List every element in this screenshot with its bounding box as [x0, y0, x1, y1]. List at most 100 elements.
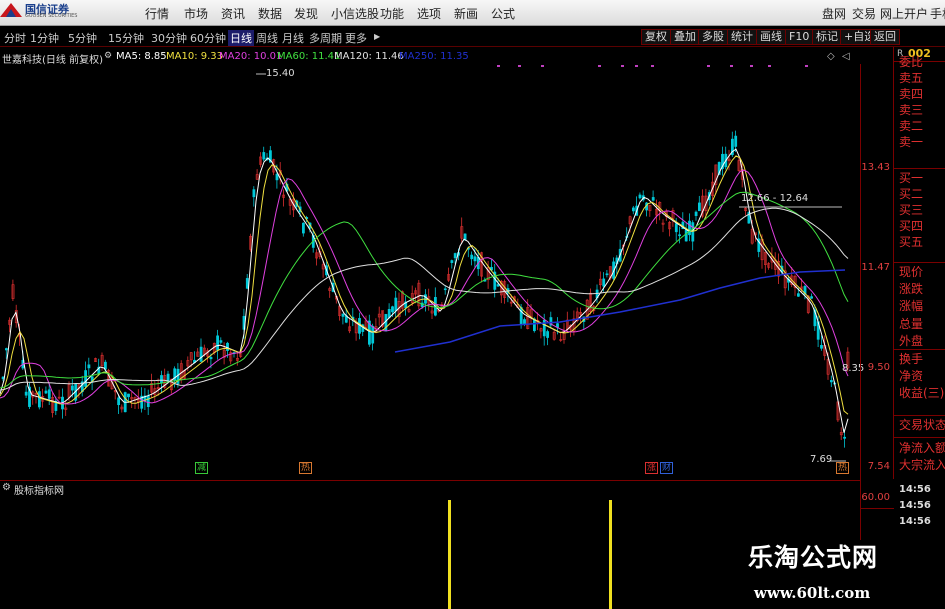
signal-mark[interactable]: 减 [195, 462, 209, 474]
indicator-gear-icon[interactable]: ⚙ [2, 482, 11, 493]
order-book-label: 卖四 [899, 87, 924, 101]
candle-body [199, 346, 203, 362]
indicator-tick: 60.00 [861, 492, 890, 503]
menu-new-screen[interactable]: 新画 [454, 5, 478, 22]
event-dot [707, 65, 710, 67]
indicator-chart[interactable] [0, 494, 860, 609]
tab-intraday[interactable]: 分时 [4, 30, 26, 46]
logo-subtext: GUOSEN SECURITIES [25, 13, 78, 19]
tab-1min[interactable]: 1分钟 [30, 30, 59, 46]
stat-label: 涨幅 [899, 299, 924, 313]
candle-body [387, 309, 391, 318]
candle-body [651, 197, 655, 201]
candle-body [829, 380, 833, 383]
ma-line [0, 148, 849, 433]
candle-body [44, 390, 48, 394]
event-dot [635, 65, 638, 67]
candle-body [453, 253, 457, 259]
mark-button[interactable]: 标记 [812, 29, 842, 45]
low-price-label: 7.69 [810, 454, 833, 465]
overlay-button[interactable]: 叠加 [670, 29, 700, 45]
order-book-label: 买二 [899, 187, 924, 201]
event-dot [541, 65, 544, 67]
ma250-value: MA250: 11.35 [399, 51, 469, 62]
candle-body [245, 278, 249, 289]
menu-formula[interactable]: 公式 [491, 5, 515, 22]
multi-stock-button[interactable]: 多股 [698, 29, 728, 45]
candle-body [638, 194, 642, 199]
tab-more[interactable]: 更多 [345, 30, 367, 46]
signal-mark[interactable]: 涨 [645, 462, 659, 474]
menu-functions[interactable]: 功能 [380, 5, 404, 22]
signal-bar [448, 500, 451, 609]
tab-5min[interactable]: 5分钟 [68, 30, 97, 46]
candle-body [688, 220, 691, 236]
menu-trade[interactable]: 交易 [852, 5, 876, 22]
signal-mark[interactable]: 热 [836, 462, 850, 474]
ma-lines [0, 148, 849, 433]
candle-body [71, 385, 74, 391]
period-toolbar: 分时 1分钟 5分钟 15分钟 30分钟 60分钟 日线 周线 月线 多周期 更… [0, 27, 945, 47]
signal-mark[interactable]: 财 [660, 462, 674, 474]
candle-body [275, 173, 279, 181]
trade-info-label: 交易状态 [899, 418, 945, 432]
candle-body [252, 189, 256, 198]
candle-body [84, 370, 88, 387]
ma60-value: MA60: 11.41 [277, 51, 341, 62]
event-dot [518, 65, 521, 67]
tab-30min[interactable]: 30分钟 [151, 30, 187, 46]
menu-data[interactable]: 数据 [258, 5, 282, 22]
tab-multi-period[interactable]: 多周期 [309, 30, 342, 46]
candle-body [470, 254, 474, 260]
ma-line [0, 191, 849, 389]
signal-mark[interactable]: 热 [299, 462, 313, 474]
settings-gear-icon[interactable]: ⚙ [104, 51, 112, 61]
candle-body [262, 152, 266, 160]
watermark-title: 乐淘公式网 [748, 543, 879, 572]
tab-15min[interactable]: 15分钟 [108, 30, 144, 46]
adjust-button[interactable]: 复权 [641, 29, 671, 45]
candle-body [219, 340, 223, 343]
menu-discover[interactable]: 发现 [294, 5, 318, 22]
draw-line-button[interactable]: 画线 [756, 29, 786, 45]
candlestick-chart[interactable] [0, 64, 860, 479]
more-arrow-icon[interactable]: ▶ [374, 32, 380, 41]
watermark-url: www.60lt.com [754, 584, 871, 602]
candle-body [391, 306, 394, 313]
tab-daily[interactable]: 日线 [228, 30, 254, 46]
candle-body [843, 436, 847, 439]
app-logo: 国信证券 GUOSEN SECURITIES [0, 0, 86, 20]
candle-body [226, 342, 229, 351]
menu-open-account[interactable]: 网上开户 [880, 5, 928, 22]
candle-body [209, 357, 213, 360]
tab-60min[interactable]: 60分钟 [190, 30, 226, 46]
time-entry: 14:56 [899, 484, 931, 495]
candle-body [605, 273, 609, 276]
collapse-icon[interactable]: ◁ [842, 51, 850, 62]
signal-bar [609, 500, 612, 609]
menu-news[interactable]: 资讯 [221, 5, 245, 22]
stat-label: 外盘 [899, 334, 924, 348]
menu-market[interactable]: 市场 [184, 5, 208, 22]
diamond-icon[interactable]: ◇ [827, 51, 835, 62]
candle-body [463, 233, 467, 240]
tab-weekly[interactable]: 周线 [256, 30, 278, 46]
candle-body [796, 293, 800, 297]
back-button[interactable]: 返回 [870, 29, 900, 45]
tab-monthly[interactable]: 月线 [282, 30, 304, 46]
indicator-title-bar: ⚙ 股标指标网 [0, 480, 860, 497]
order-book-label: 买五 [899, 235, 924, 249]
stats-button[interactable]: 统计 [727, 29, 757, 45]
menu-stock-picker[interactable]: 小信选股 [331, 5, 379, 22]
event-dot [768, 65, 771, 67]
candle-body [371, 325, 375, 344]
order-book-label: 卖三 [899, 103, 924, 117]
menu-pan[interactable]: 盘网 [822, 5, 846, 22]
menu-options[interactable]: 选项 [417, 5, 441, 22]
f10-button[interactable]: F10 [785, 29, 814, 45]
menu-mobile[interactable]: 手机 [930, 5, 945, 22]
menu-quotes[interactable]: 行情 [145, 5, 169, 22]
candle-body [5, 348, 8, 351]
price-tick: 7.54 [867, 461, 890, 472]
trade-info-label: 大宗流入 [899, 458, 945, 472]
